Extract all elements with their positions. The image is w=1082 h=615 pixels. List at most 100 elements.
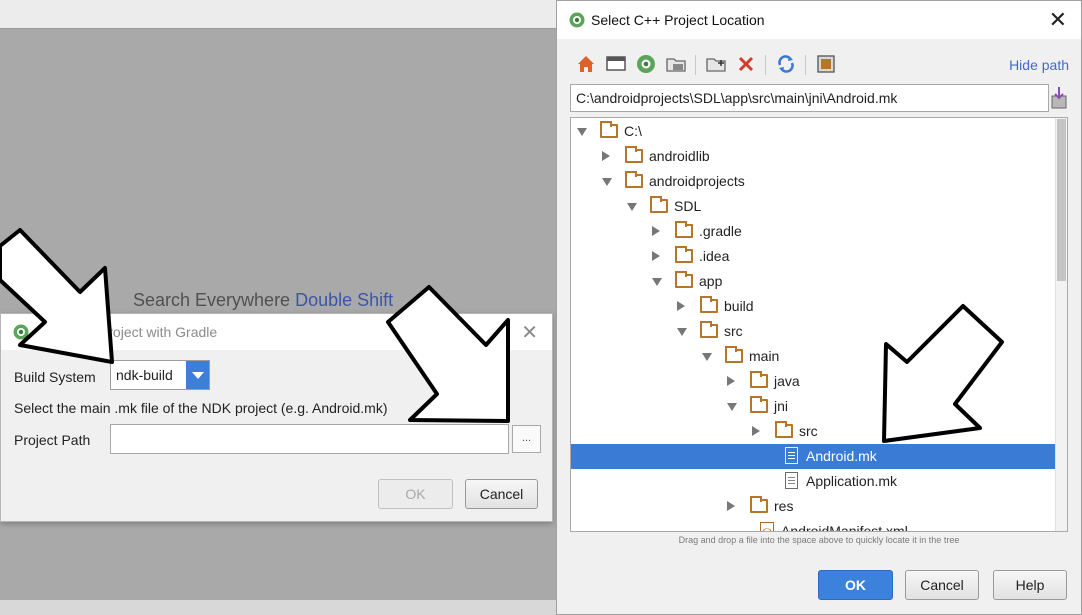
drag-drop-hint: Drag and drop a file into the space abov… bbox=[678, 535, 960, 545]
build-system-label: Build System bbox=[14, 369, 96, 385]
new-folder-icon[interactable] bbox=[705, 53, 727, 75]
tree-item-label: app bbox=[699, 273, 723, 289]
chevron-right-icon[interactable] bbox=[602, 151, 610, 161]
select-location-dialog: Select C++ Project Location ✕ Hide path … bbox=[556, 0, 1082, 615]
tree-folder-row[interactable]: build bbox=[571, 294, 1057, 319]
tree-file-row[interactable]: Application.mk bbox=[571, 469, 1057, 494]
xml-file-icon: <> bbox=[760, 522, 774, 531]
tree-folder-row[interactable]: SDL bbox=[571, 194, 1057, 219]
hide-path-link[interactable]: Hide path bbox=[1009, 57, 1069, 73]
tree-folder-row[interactable]: .gradle bbox=[571, 219, 1057, 244]
cancel-button[interactable]: Cancel bbox=[905, 570, 979, 600]
folder-icon bbox=[625, 146, 643, 163]
android-project-icon[interactable] bbox=[635, 53, 657, 75]
folder-icon bbox=[600, 121, 618, 138]
folder-icon bbox=[675, 246, 693, 263]
chevron-right-icon[interactable] bbox=[652, 226, 660, 236]
file-icon bbox=[785, 447, 798, 464]
tree-item-label: .idea bbox=[699, 248, 730, 264]
project-path-input[interactable] bbox=[110, 424, 509, 454]
tree-folder-row[interactable]: res bbox=[571, 494, 1057, 519]
home-icon[interactable] bbox=[575, 53, 597, 75]
cancel-button[interactable]: Cancel bbox=[465, 479, 538, 509]
chevron-down-icon[interactable] bbox=[652, 278, 662, 286]
instruction-text: Select the main .mk file of the NDK proj… bbox=[14, 400, 388, 416]
tree-folder-row[interactable]: androidprojects bbox=[571, 169, 1057, 194]
android-studio-icon bbox=[13, 324, 29, 340]
chevron-down-icon[interactable] bbox=[677, 328, 687, 336]
chevron-right-icon[interactable] bbox=[727, 501, 735, 511]
browse-button[interactable]: ... bbox=[512, 425, 541, 453]
close-icon[interactable]: ✕ bbox=[1049, 7, 1067, 33]
tree-item-label: Application.mk bbox=[806, 473, 898, 489]
close-icon[interactable]: ✕ bbox=[521, 320, 538, 345]
folder-icon bbox=[725, 346, 743, 363]
chevron-right-icon[interactable] bbox=[652, 251, 660, 261]
folder-icon bbox=[625, 171, 643, 188]
ok-button[interactable]: OK bbox=[818, 570, 893, 600]
tree-item-label: build bbox=[724, 298, 754, 314]
build-system-select[interactable]: ndk-build bbox=[110, 360, 210, 390]
tree-item-label: jni bbox=[774, 398, 789, 414]
folder-icon bbox=[675, 271, 693, 288]
tree-item-label: SDL bbox=[674, 198, 702, 214]
tree-folder-row[interactable]: C:\ bbox=[571, 119, 1057, 144]
ide-statusbar bbox=[0, 600, 556, 615]
tree-item-label: res bbox=[774, 498, 794, 514]
dialog-titlebar: Link C++ Project with Gradle ✕ bbox=[1, 314, 552, 350]
folder-icon bbox=[750, 396, 768, 413]
dialog-title: Link C++ Project with Gradle bbox=[39, 324, 218, 340]
tree-item-label: androidlib bbox=[649, 148, 710, 164]
show-hidden-icon[interactable] bbox=[815, 53, 837, 75]
download-icon[interactable] bbox=[1050, 86, 1068, 110]
refresh-icon[interactable] bbox=[775, 53, 797, 75]
folder-icon bbox=[750, 371, 768, 388]
search-everywhere-label: Search Everywhere bbox=[133, 290, 291, 310]
tree-item-label: Android.mk bbox=[806, 448, 877, 464]
tree-item-label: java bbox=[774, 373, 800, 389]
toolbar-separator bbox=[695, 55, 696, 75]
folder-icon bbox=[750, 496, 768, 513]
tree-folder-row[interactable]: main bbox=[571, 344, 1057, 369]
tree-item-label: main bbox=[749, 348, 780, 364]
file-icon bbox=[785, 472, 798, 489]
search-everywhere-shortcut: Double Shift bbox=[295, 290, 394, 310]
tree-item-label: src bbox=[724, 323, 743, 339]
chevron-down-icon[interactable] bbox=[577, 128, 587, 136]
desktop-icon[interactable] bbox=[605, 53, 627, 75]
chevron-right-icon[interactable] bbox=[752, 426, 760, 436]
folder-icon bbox=[700, 321, 718, 338]
chevron-right-icon[interactable] bbox=[677, 301, 685, 311]
scrollbar-thumb[interactable] bbox=[1057, 119, 1066, 281]
dialog-title: Select C++ Project Location bbox=[591, 12, 765, 28]
chevron-right-icon[interactable] bbox=[727, 376, 735, 386]
tree-folder-row[interactable]: src bbox=[571, 419, 1057, 444]
tree-item-label: AndroidManifest.xml bbox=[781, 523, 908, 532]
toolbar-separator bbox=[765, 55, 766, 75]
chevron-down-icon[interactable] bbox=[186, 361, 209, 389]
delete-icon[interactable] bbox=[735, 53, 757, 75]
tree-file-row[interactable]: Android.mk bbox=[571, 444, 1057, 469]
tree-folder-row[interactable]: java bbox=[571, 369, 1057, 394]
tree-folder-row[interactable]: src bbox=[571, 319, 1057, 344]
path-input[interactable]: C:\androidprojects\SDL\app\src\main\jni\… bbox=[570, 84, 1049, 112]
tree-folder-row[interactable]: .idea bbox=[571, 244, 1057, 269]
tree-folder-row[interactable]: jni bbox=[571, 394, 1057, 419]
search-everywhere-hint: Search Everywhere Double Shift bbox=[133, 290, 393, 311]
tree-scrollbar[interactable] bbox=[1055, 118, 1067, 531]
help-button[interactable]: Help bbox=[993, 570, 1067, 600]
ok-button[interactable]: OK bbox=[378, 479, 453, 509]
tree-folder-row[interactable]: app bbox=[571, 269, 1057, 294]
chevron-down-icon[interactable] bbox=[627, 203, 637, 211]
file-tree[interactable]: <> AndroidManifest.xml res Application.mk An… bbox=[570, 117, 1068, 532]
chevron-down-icon[interactable] bbox=[702, 353, 712, 361]
folder-icon[interactable] bbox=[665, 53, 687, 75]
tree-folder-row[interactable]: androidlib bbox=[571, 144, 1057, 169]
chevron-down-icon[interactable] bbox=[602, 178, 612, 186]
tree-item-label: src bbox=[799, 423, 818, 439]
android-studio-icon bbox=[569, 12, 585, 28]
chevron-down-icon[interactable] bbox=[727, 403, 737, 411]
toolbar-separator bbox=[805, 55, 806, 75]
ide-toolbar bbox=[0, 0, 556, 29]
tree-file-row[interactable]: <> AndroidManifest.xml bbox=[571, 519, 1057, 532]
